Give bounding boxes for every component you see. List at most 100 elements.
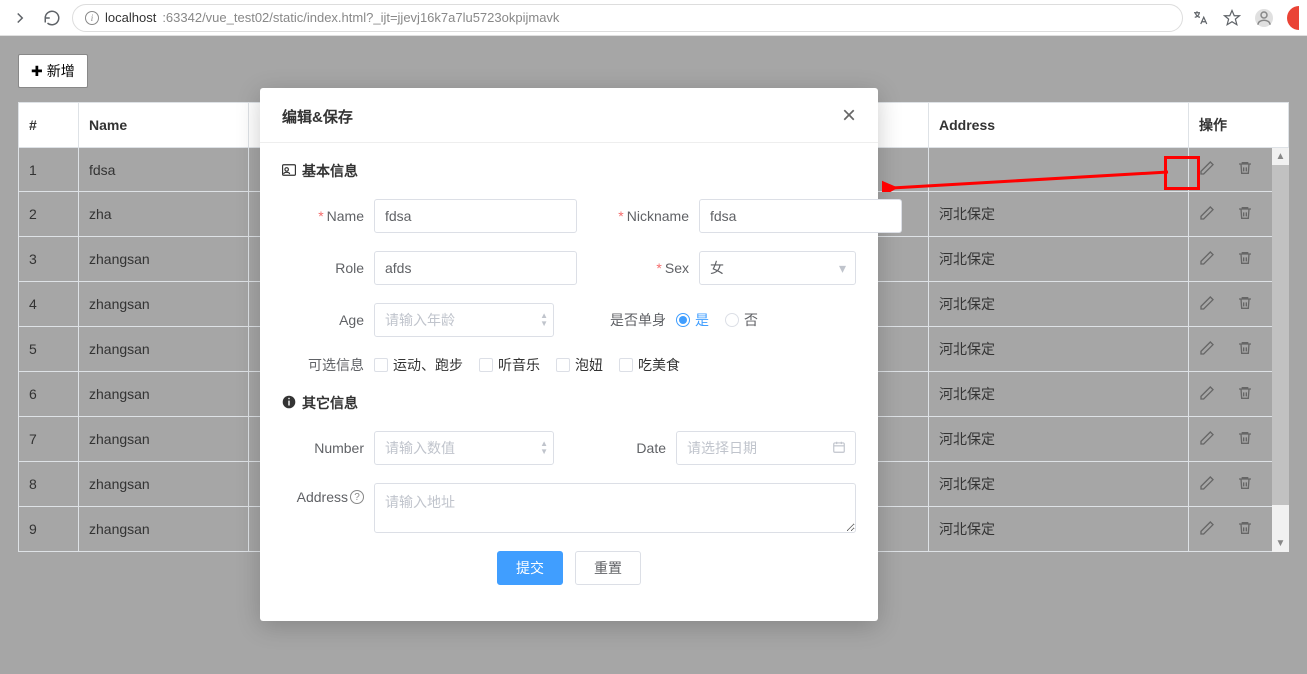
cell-address: 河北保定 <box>929 327 1189 372</box>
checkbox-icon <box>619 358 633 372</box>
date-input[interactable] <box>676 431 856 465</box>
info-icon <box>282 395 296 412</box>
label-name: Name <box>282 208 364 224</box>
name-input[interactable] <box>374 199 577 233</box>
browser-edge-indicator <box>1287 6 1299 30</box>
cell-address: 河北保定 <box>929 372 1189 417</box>
cell-name: fdsa <box>79 148 249 192</box>
url-path: :63342/vue_test02/static/index.html?_ijt… <box>162 10 559 25</box>
edit-icon[interactable] <box>1199 295 1215 314</box>
plus-icon: ✚ <box>31 63 43 80</box>
label-optional: 可选信息 <box>282 355 364 375</box>
edit-icon[interactable] <box>1199 340 1215 359</box>
add-button[interactable]: ✚ 新增 <box>18 54 88 88</box>
checkbox-label: 听音乐 <box>498 355 540 375</box>
address-textarea[interactable] <box>374 483 856 533</box>
edit-icon[interactable] <box>1199 250 1215 269</box>
reset-button[interactable]: 重置 <box>575 551 641 585</box>
delete-icon[interactable] <box>1237 520 1253 539</box>
edit-icon[interactable] <box>1199 160 1215 179</box>
submit-button[interactable]: 提交 <box>497 551 563 585</box>
cell-name: zhangsan <box>79 237 249 282</box>
checkbox-option[interactable]: 吃美食 <box>619 355 680 375</box>
sex-select[interactable] <box>699 251 856 285</box>
col-header-actions: 操作 <box>1189 103 1289 148</box>
cell-index: 8 <box>19 462 79 507</box>
delete-icon[interactable] <box>1237 250 1253 269</box>
radio-dot-icon <box>676 313 690 327</box>
edit-icon[interactable] <box>1199 385 1215 404</box>
section-other-info: 其它信息 <box>282 393 856 413</box>
modal-title: 编辑&保存 <box>282 106 353 127</box>
col-header-name: Name <box>79 103 249 148</box>
edit-icon[interactable] <box>1199 475 1215 494</box>
modal-close-button[interactable]: × <box>842 104 856 128</box>
age-input[interactable] <box>374 303 554 337</box>
translate-icon[interactable] <box>1191 9 1209 27</box>
radio-no[interactable]: 否 <box>725 310 758 330</box>
help-icon[interactable]: ? <box>350 490 364 504</box>
cell-name: zhangsan <box>79 327 249 372</box>
checkbox-option[interactable]: 听音乐 <box>479 355 540 375</box>
site-info-icon[interactable]: i <box>85 11 99 25</box>
cell-name: zha <box>79 192 249 237</box>
checkbox-label: 泡妞 <box>575 355 603 375</box>
checkbox-icon <box>556 358 570 372</box>
cell-address <box>929 148 1189 192</box>
delete-icon[interactable] <box>1237 205 1253 224</box>
delete-icon[interactable] <box>1237 385 1253 404</box>
table-scrollbar[interactable]: ▲ ▼ <box>1272 148 1289 552</box>
cell-index: 7 <box>19 417 79 462</box>
number-input[interactable] <box>374 431 554 465</box>
cell-address: 河北保定 <box>929 282 1189 327</box>
bookmark-star-icon[interactable] <box>1223 9 1241 27</box>
cell-index: 1 <box>19 148 79 192</box>
profile-avatar-icon[interactable] <box>1255 9 1273 27</box>
radio-yes[interactable]: 是 <box>676 310 709 330</box>
cell-index: 4 <box>19 282 79 327</box>
cell-address: 河北保定 <box>929 462 1189 507</box>
delete-icon[interactable] <box>1237 160 1253 179</box>
checkbox-option[interactable]: 运动、跑步 <box>374 355 463 375</box>
edit-icon[interactable] <box>1199 430 1215 449</box>
role-input[interactable] <box>374 251 577 285</box>
cell-address: 河北保定 <box>929 417 1189 462</box>
edit-icon[interactable] <box>1199 205 1215 224</box>
forward-button[interactable] <box>8 6 32 30</box>
delete-icon[interactable] <box>1237 430 1253 449</box>
cell-name: zhangsan <box>79 462 249 507</box>
age-stepper[interactable]: ▲▼ <box>540 312 548 328</box>
cell-address: 河北保定 <box>929 192 1189 237</box>
label-date: Date <box>584 440 666 456</box>
delete-icon[interactable] <box>1237 295 1253 314</box>
radio-dot-icon <box>725 313 739 327</box>
cell-name: zhangsan <box>79 417 249 462</box>
section-basic-info: 基本信息 <box>282 161 856 181</box>
nickname-input[interactable] <box>699 199 902 233</box>
checkbox-label: 运动、跑步 <box>393 355 463 375</box>
number-stepper[interactable]: ▲▼ <box>540 440 548 456</box>
edit-icon[interactable] <box>1199 520 1215 539</box>
delete-icon[interactable] <box>1237 340 1253 359</box>
reload-button[interactable] <box>40 6 64 30</box>
label-number: Number <box>282 440 364 456</box>
edit-modal: 编辑&保存 × 基本信息 Name Nickname Role Sex <box>260 88 878 621</box>
address-bar[interactable]: i localhost:63342/vue_test02/static/inde… <box>72 4 1183 32</box>
col-header-index: # <box>19 103 79 148</box>
label-role: Role <box>282 260 364 276</box>
label-nickname: Nickname <box>607 208 689 224</box>
cell-address: 河北保定 <box>929 237 1189 282</box>
cell-index: 9 <box>19 507 79 552</box>
delete-icon[interactable] <box>1237 475 1253 494</box>
label-single: 是否单身 <box>584 310 666 330</box>
col-header-address: Address <box>929 103 1189 148</box>
checkbox-icon <box>479 358 493 372</box>
cell-index: 6 <box>19 372 79 417</box>
cell-name: zhangsan <box>79 507 249 552</box>
cell-name: zhangsan <box>79 282 249 327</box>
label-age: Age <box>282 312 364 328</box>
cell-name: zhangsan <box>79 372 249 417</box>
checkbox-option[interactable]: 泡妞 <box>556 355 603 375</box>
id-card-icon <box>282 163 296 179</box>
checkbox-label: 吃美食 <box>638 355 680 375</box>
